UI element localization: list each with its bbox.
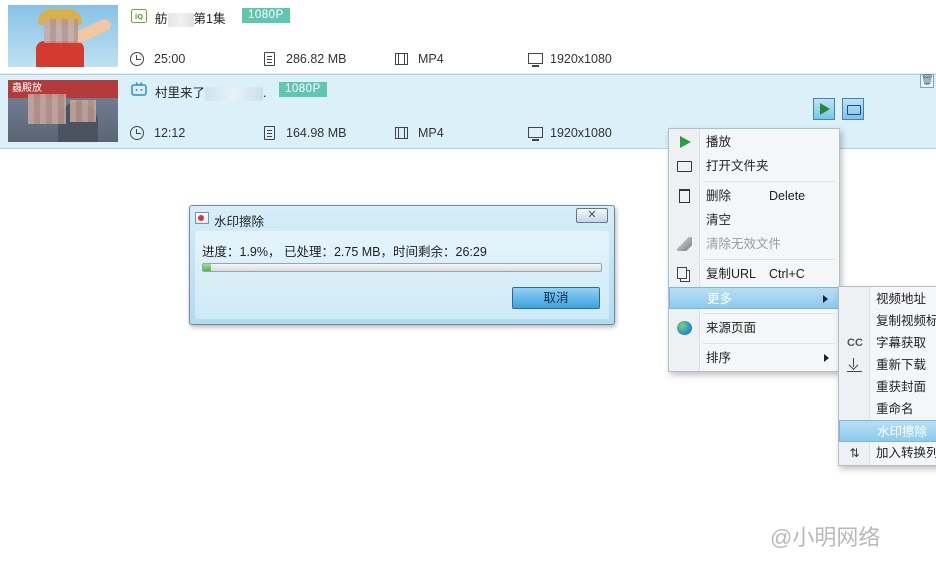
menu-separator — [703, 259, 835, 260]
row-open-folder-button[interactable] — [842, 98, 864, 120]
progress-bar — [202, 263, 602, 272]
file-format: MP4 — [418, 52, 444, 66]
menu-item-delete[interactable]: 删除 Delete — [669, 185, 839, 207]
broom-icon — [677, 237, 692, 251]
submenu-arrow-icon — [824, 354, 829, 362]
iqiyi-icon: iQ — [131, 9, 147, 23]
file-icon — [264, 52, 275, 66]
cc-icon: CC — [847, 337, 863, 349]
dialog-titlebar[interactable]: 水印擦除 ✕ — [190, 206, 614, 230]
submenu-item-copy-title[interactable]: 复制视频标 — [839, 310, 936, 332]
progress-bar-fill — [203, 264, 211, 271]
download-row-1[interactable]: iQ 舫第1集 1080P 25:00 286.82 MB MP4 1920x1… — [0, 0, 936, 74]
duration: 25:00 — [154, 52, 186, 66]
download-icon — [847, 358, 862, 372]
monitor-icon — [528, 127, 543, 141]
more-submenu: 视频地址 复制视频标 CC 字幕获取 重新下载 重获封面 重命名 水印擦除 ⇅ … — [838, 286, 936, 466]
video-resolution: 1920x1080 — [550, 126, 612, 140]
file-size: 286.82 MB — [286, 52, 347, 66]
duration: 12:12 — [154, 126, 186, 140]
trash-icon — [679, 189, 690, 203]
menu-item-source-page[interactable]: 来源页面 — [669, 317, 839, 339]
menu-item-clear-invalid: 清除无效文件 — [669, 233, 839, 255]
resolution-badge: 1080P — [242, 8, 290, 23]
row-play-button[interactable] — [813, 98, 835, 120]
cancel-button[interactable]: 取消 — [512, 287, 600, 309]
film-icon — [395, 53, 408, 65]
film-icon — [395, 127, 408, 139]
folder-open-icon — [677, 161, 692, 172]
video-title: 村里来了. — [155, 86, 267, 101]
menu-separator — [703, 181, 835, 182]
bilibili-tv-icon — [131, 82, 147, 96]
convert-icon: ⇅ — [849, 446, 860, 460]
file-icon — [264, 126, 275, 140]
menu-item-more[interactable]: 更多 — [669, 287, 839, 309]
video-title: 舫第1集 — [155, 12, 226, 27]
submenu-item-add-to-convert[interactable]: ⇅ 加入转换列 — [839, 442, 936, 464]
blurred-text — [205, 86, 264, 101]
clock-icon — [130, 52, 144, 66]
watermark-text: @小明网络 — [770, 525, 881, 550]
shortcut-label: Delete — [769, 189, 806, 203]
dialog-title: 水印擦除 — [214, 215, 265, 229]
menu-item-play[interactable]: 播放 — [669, 131, 839, 153]
video-thumbnail: 蟲殿放 — [8, 80, 118, 142]
monitor-icon — [528, 53, 543, 67]
video-thumbnail — [8, 5, 118, 67]
watermark-removal-dialog: 水印擦除 ✕ 进度：1.9%， 已处理：2.75 MB，时间剩余：26:29 取… — [189, 205, 615, 325]
submenu-item-watermark-remove[interactable]: 水印擦除 — [839, 420, 936, 442]
submenu-item-refetch-cover[interactable]: 重获封面 — [839, 376, 936, 398]
file-format: MP4 — [418, 126, 444, 140]
globe-icon — [677, 321, 692, 335]
play-icon — [677, 135, 692, 149]
menu-item-sort[interactable]: 排序 — [669, 347, 839, 369]
menu-item-open-folder[interactable]: 打开文件夹 — [669, 155, 839, 177]
menu-separator — [703, 313, 835, 314]
svg-text:iQ: iQ — [135, 13, 143, 21]
file-size: 164.98 MB — [286, 126, 347, 140]
dialog-body: 进度：1.9%， 已处理：2.75 MB，时间剩余：26:29 取消 — [195, 231, 609, 319]
app-icon — [195, 212, 209, 224]
context-menu: 播放 打开文件夹 删除 Delete 清空 清除无效文件 复制URL Ctrl+… — [668, 128, 840, 372]
progress-status: 进度：1.9%， 已处理：2.75 MB，时间剩余：26:29 — [202, 245, 487, 259]
shortcut-label: Ctrl+C — [769, 267, 805, 281]
resolution-badge: 1080P — [279, 82, 327, 97]
copy-icon — [677, 267, 687, 279]
submenu-item-subtitles[interactable]: CC 字幕获取 — [839, 332, 936, 354]
menu-item-clear[interactable]: 清空 — [669, 209, 839, 231]
close-button[interactable]: ✕ — [576, 208, 608, 223]
menu-item-copy-url[interactable]: 复制URL Ctrl+C — [669, 263, 839, 285]
video-resolution: 1920x1080 — [550, 52, 612, 66]
submenu-item-redownload[interactable]: 重新下载 — [839, 354, 936, 376]
submenu-arrow-icon — [823, 295, 828, 303]
delete-row-icon[interactable]: 🗑 — [920, 74, 934, 88]
clock-icon — [130, 126, 144, 140]
menu-separator — [703, 343, 835, 344]
blurred-text — [167, 12, 194, 27]
submenu-item-video-url[interactable]: 视频地址 — [839, 288, 936, 310]
submenu-item-rename[interactable]: 重命名 — [839, 398, 936, 420]
